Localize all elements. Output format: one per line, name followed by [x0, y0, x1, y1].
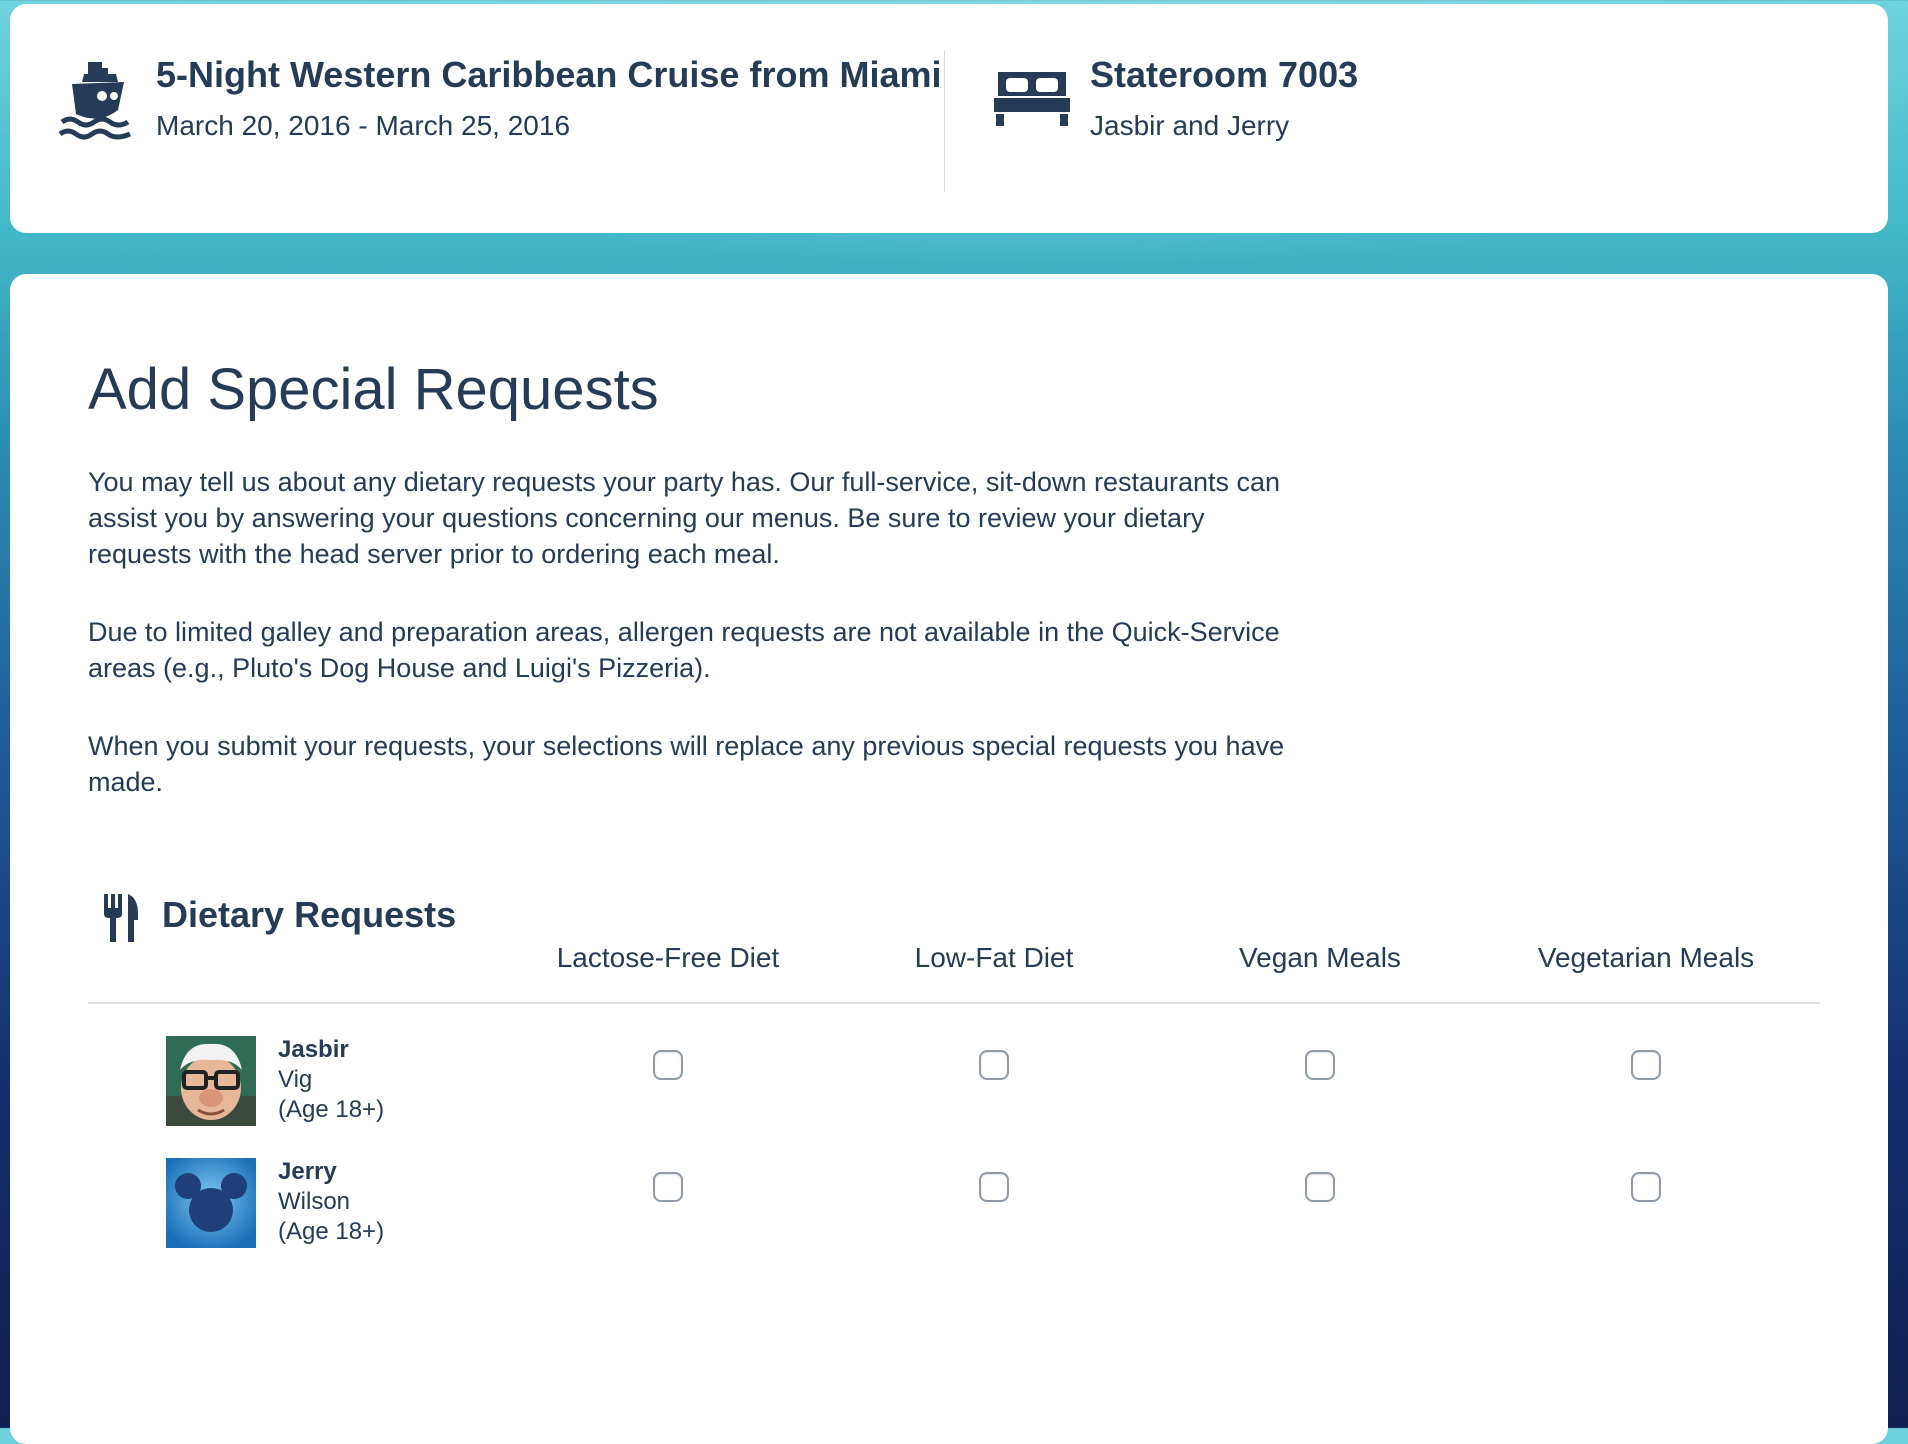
guest-age: (Age 18+)	[278, 1096, 385, 1123]
reservation-header: 5-Night Western Caribbean Cruise from Mi…	[10, 4, 1888, 233]
guest-age: (Age 18+)	[278, 1218, 385, 1245]
page-title: Add Special Requests	[88, 357, 659, 422]
stateroom-guests: Jasbir and Jerry	[1090, 110, 1290, 141]
jasbir-vegetarian-checkbox[interactable]	[1631, 1050, 1661, 1080]
avatar	[166, 1036, 256, 1126]
guest-first-name: Jerry	[278, 1158, 337, 1185]
cruise-ship-icon	[58, 62, 131, 140]
guest-row-jerry: Jerry Wilson (Age 18+)	[10, 1158, 1888, 1268]
replace-notice-paragraph: When you submit your requests, your sele…	[88, 731, 1285, 797]
header-divider	[944, 50, 945, 192]
stateroom-title: Stateroom 7003	[1090, 54, 1359, 95]
dietary-requests-title: Dietary Requests	[162, 894, 457, 935]
fork-knife-icon	[104, 894, 138, 942]
jerry-low-fat-checkbox[interactable]	[979, 1172, 1009, 1202]
jasbir-vegan-checkbox[interactable]	[1305, 1050, 1335, 1080]
guest-row-jasbir: Jasbir Vig (Age 18+)	[10, 1036, 1888, 1146]
table-divider	[88, 1002, 1820, 1004]
allergen-notice-paragraph: Due to limited galley and preparation ar…	[88, 617, 1280, 683]
guest-last-name: Wilson	[278, 1188, 351, 1215]
column-header-vegan: Vegan Meals	[1239, 942, 1401, 973]
stateroom-summary: Stateroom 7003 Jasbir and Jerry	[994, 48, 1594, 198]
column-header-lactose-free: Lactose-Free Diet	[556, 942, 780, 973]
special-requests-panel: Add Special Requests You may tell us abo…	[10, 274, 1888, 1444]
column-header-vegetarian: Vegetarian Meals	[1537, 942, 1755, 973]
guest-first-name: Jasbir	[278, 1036, 349, 1063]
bed-icon	[994, 72, 1070, 126]
jerry-vegetarian-checkbox[interactable]	[1631, 1172, 1661, 1202]
jasbir-low-fat-checkbox[interactable]	[979, 1050, 1009, 1080]
cruise-summary: 5-Night Western Caribbean Cruise from Mi…	[58, 48, 948, 198]
jerry-lactose-free-checkbox[interactable]	[653, 1172, 683, 1202]
guest-last-name: Vig	[278, 1066, 313, 1093]
jasbir-lactose-free-checkbox[interactable]	[653, 1050, 683, 1080]
avatar	[166, 1158, 256, 1248]
cruise-title: 5-Night Western Caribbean Cruise from Mi…	[156, 54, 942, 95]
jerry-vegan-checkbox[interactable]	[1305, 1172, 1335, 1202]
intro-paragraph: You may tell us about any dietary reques…	[88, 467, 1281, 569]
cruise-dates: March 20, 2016 - March 25, 2016	[156, 110, 571, 141]
column-header-low-fat: Low-Fat Diet	[914, 942, 1074, 973]
